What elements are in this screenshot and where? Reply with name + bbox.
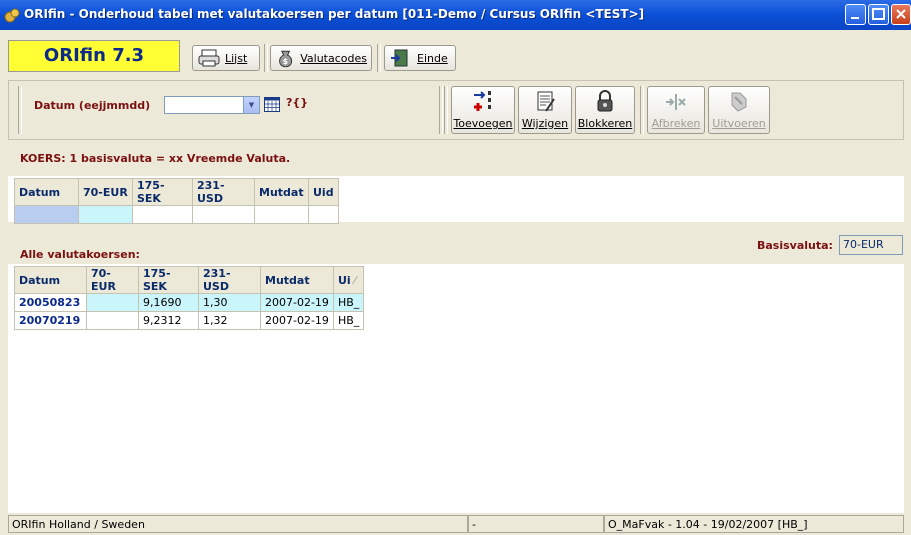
cell-uid[interactable]: HB_ <box>332 293 365 312</box>
cell-sek[interactable]: 9,2312 <box>138 311 199 330</box>
cancel-icon <box>666 94 686 110</box>
cell-datum[interactable]: 20050823 <box>14 293 87 312</box>
app-logo: ORIfin 7.3 <box>8 40 180 72</box>
all-rates-label: Alle valutakoersen: <box>20 248 140 261</box>
koers-note: KOERS: 1 basisvaluta = xx Vreemde Valuta… <box>20 152 291 165</box>
help-icon[interactable]: ?{} <box>286 96 308 109</box>
edit-grid: Datum 70-EUR 175-SEK 231-USD Mutdat Uid <box>14 178 339 224</box>
printer-icon <box>198 49 220 67</box>
edit-cell-sek[interactable] <box>132 205 193 224</box>
toolbar-separator <box>264 44 268 72</box>
basisvaluta-label: Basisvaluta: <box>757 239 833 252</box>
cell-mutdat[interactable]: 2007-02-19 <box>260 311 334 330</box>
afbreken-label: Afbreken <box>651 117 701 130</box>
lock-icon <box>597 90 613 112</box>
afbreken-button[interactable]: Afbreken <box>647 86 705 134</box>
col-sek[interactable]: 175-SEK <box>138 266 199 294</box>
col-mutdat[interactable]: Mutdat <box>254 178 309 206</box>
toevoegen-button[interactable]: Toevoegen <box>451 86 515 134</box>
chevron-down-icon[interactable]: ▼ <box>243 97 259 113</box>
money-bag-icon: $ <box>279 50 293 68</box>
cell-usd[interactable]: 1,32 <box>198 311 261 330</box>
col-eur[interactable]: 70-EUR <box>78 178 133 206</box>
edit-cell-uid[interactable] <box>308 205 339 224</box>
maximize-icon <box>872 8 885 20</box>
app-icon <box>4 8 20 23</box>
blokkeren-button[interactable]: Blokkeren <box>575 86 635 134</box>
panel-separator <box>439 86 443 134</box>
cell-mutdat[interactable]: 2007-02-19 <box>260 293 334 312</box>
cell-datum[interactable]: 20070219 <box>14 311 87 330</box>
panel-separator <box>18 86 22 134</box>
cell-sek[interactable]: 9,1690 <box>138 293 199 312</box>
valutacodes-label: Valutacodes <box>300 51 367 65</box>
wijzigen-button[interactable]: Wijzigen <box>518 86 572 134</box>
toolbar-separator <box>377 44 381 72</box>
einde-button[interactable]: Einde <box>384 45 456 71</box>
cell-uid[interactable]: HB_ <box>332 311 365 330</box>
table-row[interactable]: 20050823 9,1690 1,30 2007-02-19 HB_ <box>14 293 365 312</box>
col-uid[interactable]: Ui ⁄ <box>332 266 365 294</box>
panel-separator <box>444 86 448 134</box>
exit-door-icon <box>391 49 408 67</box>
col-uid-label: Ui <box>337 273 351 287</box>
uitvoeren-button[interactable]: Uitvoeren <box>708 86 770 134</box>
calendar-icon[interactable] <box>264 97 280 112</box>
table-row[interactable]: 20070219 9,2312 1,32 2007-02-19 HB_ <box>14 311 365 330</box>
sort-icon: ⁄ <box>350 273 356 287</box>
edit-cell-eur[interactable] <box>78 205 133 224</box>
edit-document-icon <box>537 91 555 112</box>
basisvaluta-field: 70-EUR <box>839 235 903 255</box>
einde-label: Einde <box>417 51 448 65</box>
status-left: ORIfin Holland / Sweden <box>8 515 468 533</box>
lijst-label: Lijst <box>225 51 248 65</box>
svg-text:$: $ <box>283 57 288 66</box>
blokkeren-label: Blokkeren <box>577 117 633 130</box>
uitvoeren-label: Uitvoeren <box>712 117 766 130</box>
col-usd[interactable]: 231-USD <box>198 266 261 294</box>
col-datum[interactable]: Datum <box>14 178 79 206</box>
col-usd[interactable]: 231-USD <box>192 178 255 206</box>
add-row-icon <box>474 91 491 111</box>
edit-grid-header: Datum 70-EUR 175-SEK 231-USD Mutdat Uid <box>14 178 339 206</box>
close-button[interactable] <box>891 4 911 25</box>
col-sek[interactable]: 175-SEK <box>132 178 193 206</box>
rates-grid-header: Datum 70-EUR 175-SEK 231-USD Mutdat Ui ⁄ <box>14 266 365 294</box>
title-bar: ORIfin - Onderhoud tabel met valutakoers… <box>0 0 911 30</box>
cell-eur[interactable] <box>86 293 139 312</box>
close-icon <box>896 9 906 19</box>
panel-separator <box>640 86 644 134</box>
rates-grid: Datum 70-EUR 175-SEK 231-USD Mutdat Ui ⁄… <box>14 266 365 330</box>
col-mutdat[interactable]: Mutdat <box>260 266 334 294</box>
window-title: ORIfin - Onderhoud tabel met valutakoers… <box>24 7 645 21</box>
wijzigen-label: Wijzigen <box>521 117 569 130</box>
toevoegen-label: Toevoegen <box>453 117 513 130</box>
cell-eur[interactable] <box>86 311 139 330</box>
edit-cell-datum[interactable] <box>14 205 79 224</box>
edit-grid-row[interactable] <box>14 205 339 224</box>
maximize-button[interactable] <box>868 4 889 25</box>
col-eur[interactable]: 70-EUR <box>86 266 139 294</box>
date-combobox[interactable]: ▼ <box>164 96 260 114</box>
edit-cell-mutdat[interactable] <box>254 205 309 224</box>
col-datum[interactable]: Datum <box>14 266 87 294</box>
valutacodes-button[interactable]: $ Valutacodes <box>270 45 372 71</box>
minimize-button[interactable] <box>845 4 866 25</box>
cell-usd[interactable]: 1,30 <box>198 293 261 312</box>
status-middle: - <box>468 515 604 533</box>
edit-cell-usd[interactable] <box>192 205 255 224</box>
status-right: O_MaFvak - 1.04 - 19/02/2007 [HB_] <box>604 515 904 533</box>
col-uid[interactable]: Uid <box>308 178 339 206</box>
execute-icon <box>731 92 747 112</box>
date-label: Datum (eejjmmdd) <box>34 99 151 112</box>
minimize-icon <box>851 17 859 19</box>
lijst-button[interactable]: Lijst <box>192 45 260 71</box>
